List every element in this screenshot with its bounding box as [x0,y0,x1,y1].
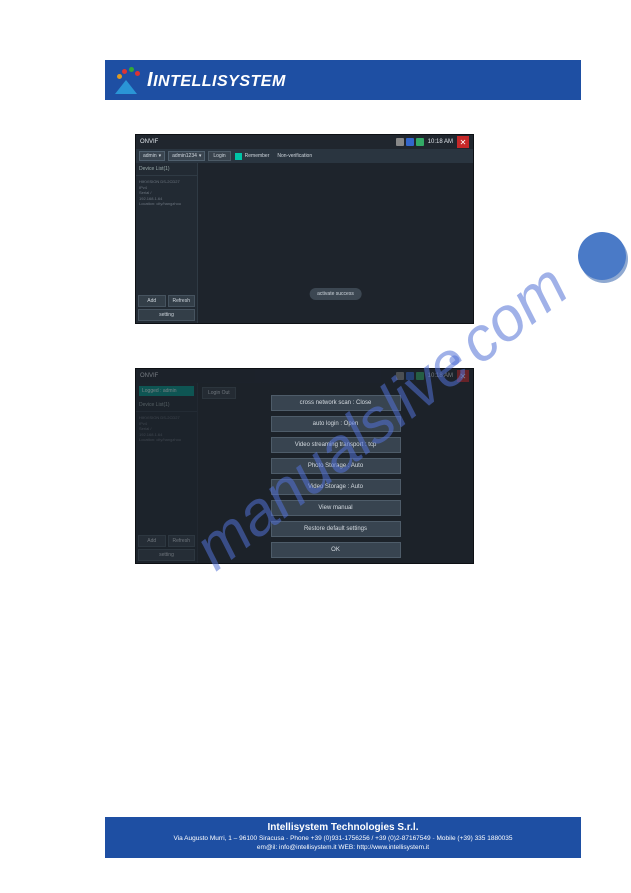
setting-video-transport[interactable]: Video streaming transport : tcp [271,437,401,453]
device-sidebar: Device List(1) HIKVISION DS-2CD27 IPv4 S… [136,163,198,323]
remember-label: Remember [245,153,270,159]
screenshot-onvif-settings: ONVIF 10:18 AM ✕ Logged : admin Device L… [135,368,474,564]
status-bar: ONVIF 10:18 AM ✕ [136,135,473,149]
password-input[interactable]: admin1234▾ [168,151,205,161]
status-icons [396,138,424,146]
header-bar: IIntellisystem [105,60,581,100]
device-sidebar: Logged : admin Device List(1) HIKVISION … [136,383,198,563]
device-list-header: Device List(1) [136,163,197,176]
clock: 10:18 AM [428,139,453,145]
footer-title: Intellisystem Technologies S.r.l. [111,822,575,833]
sd-icon [406,138,414,146]
logout-button[interactable]: Login Out [202,387,236,399]
setting-view-manual[interactable]: View manual [271,500,401,516]
setting-auto-login[interactable]: auto login : Open [271,416,401,432]
video-canvas: activate success [198,163,473,323]
app-title: ONVIF [140,373,396,379]
app-title: ONVIF [140,139,396,145]
setting-video-storage[interactable]: Video Storage : Auto [271,479,401,495]
close-button[interactable]: ✕ [457,370,469,382]
setting-photo-storage[interactable]: Photo Storage : Auto [271,458,401,474]
setting-button[interactable]: setting [138,549,195,561]
device-item[interactable]: HIKVISION DS-2CD27 IPv4 Serial / 192.168… [136,412,197,446]
remember-checkbox[interactable] [235,153,242,160]
logo-icon [115,66,143,94]
battery-icon [416,372,424,380]
setting-cross-network-scan[interactable]: cross network scan : Close [271,395,401,411]
device-item[interactable]: HIKVISION DS-2CD27 IPv4 Serial / 192.168… [136,176,197,210]
clock: 10:18 AM [428,373,453,379]
refresh-button[interactable]: Refresh [168,295,196,307]
add-button[interactable]: Add [138,535,166,547]
footer-address-line: Via Augusto Murri, 1 – 96100 Siracusa - … [111,835,575,842]
usb-icon [396,138,404,146]
setting-restore-defaults[interactable]: Restore default settings [271,521,401,537]
login-toolbar: admin▾ admin1234▾ Login Remember Non-ver… [136,149,473,163]
usb-icon [396,372,404,380]
side-badge-circle[interactable] [578,232,626,280]
setting-button[interactable]: setting [138,309,195,321]
footer-contact-line: em@il: info@intellisystem.it WEB: http:/… [111,844,575,851]
status-bar: ONVIF 10:18 AM ✕ [136,369,473,383]
logged-status: Logged : admin [139,386,194,396]
status-icons [396,372,424,380]
brand-name: IIntellisystem [147,69,286,92]
settings-panel: Login Out cross network scan : Close aut… [198,383,473,563]
footer-bar: Intellisystem Technologies S.r.l. Via Au… [105,817,581,858]
device-list-header: Device List(1) [136,399,197,412]
toast-message: activate success [309,288,362,300]
add-button[interactable]: Add [138,295,166,307]
user-select[interactable]: admin▾ [139,151,165,161]
battery-icon [416,138,424,146]
sd-icon [406,372,414,380]
close-button[interactable]: ✕ [457,136,469,148]
nonverification-label[interactable]: Non-verification [277,153,312,159]
ok-button[interactable]: OK [271,542,401,558]
screenshot-onvif-login: ONVIF 10:18 AM ✕ admin▾ admin1234▾ Login… [135,134,474,324]
login-button[interactable]: Login [208,151,230,161]
refresh-button[interactable]: Refresh [168,535,196,547]
